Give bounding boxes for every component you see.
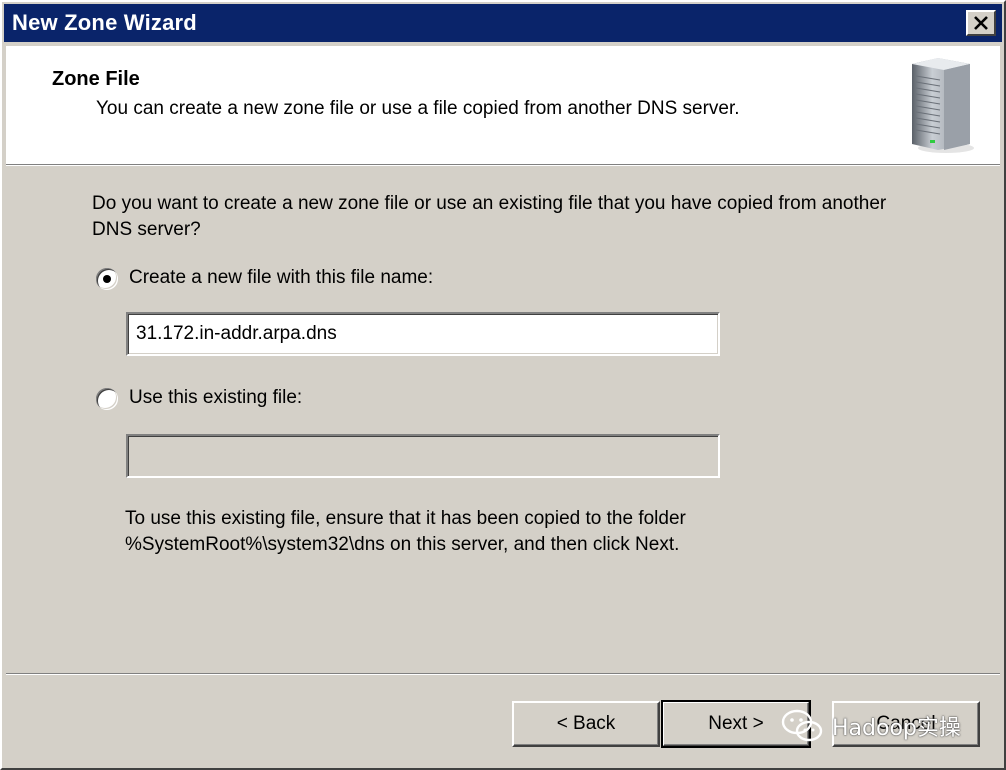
title-bar[interactable]: New Zone Wizard: [4, 4, 1002, 42]
existing-file-note: To use this existing file, ensure that i…: [125, 506, 885, 558]
back-button[interactable]: < Back: [512, 701, 660, 747]
header-separator: [6, 164, 1000, 166]
wizard-header: Zone File You can create a new zone file…: [6, 46, 1000, 164]
close-icon: [974, 16, 988, 30]
next-button-label: Next >: [708, 713, 764, 734]
next-button[interactable]: Next >: [661, 700, 811, 748]
window-title: New Zone Wizard: [12, 10, 197, 35]
cancel-button[interactable]: Cancel: [832, 701, 980, 747]
note-line-2: %SystemRoot%\system32\dns on this server…: [125, 534, 680, 555]
note-line-1: To use this existing file, ensure that i…: [125, 508, 686, 529]
close-button[interactable]: [966, 10, 996, 36]
radio-create-new-label[interactable]: Create a new file with this file name:: [129, 267, 433, 289]
radio-use-existing[interactable]: [96, 388, 118, 410]
footer-separator: [6, 673, 1000, 675]
radio-selected-dot: [103, 275, 111, 283]
radio-create-new[interactable]: [96, 268, 118, 290]
page-subtitle: You can create a new zone file or use a …: [96, 98, 740, 119]
page-title: Zone File: [52, 68, 140, 90]
radio-use-existing-label[interactable]: Use this existing file:: [129, 387, 302, 409]
new-file-name-input[interactable]: [126, 312, 720, 356]
server-icon: [912, 58, 974, 153]
question-text: Do you want to create a new zone file or…: [92, 193, 887, 240]
existing-file-input: [126, 434, 720, 478]
wizard-window: New Zone Wizard Zone File You can create…: [0, 0, 1006, 770]
